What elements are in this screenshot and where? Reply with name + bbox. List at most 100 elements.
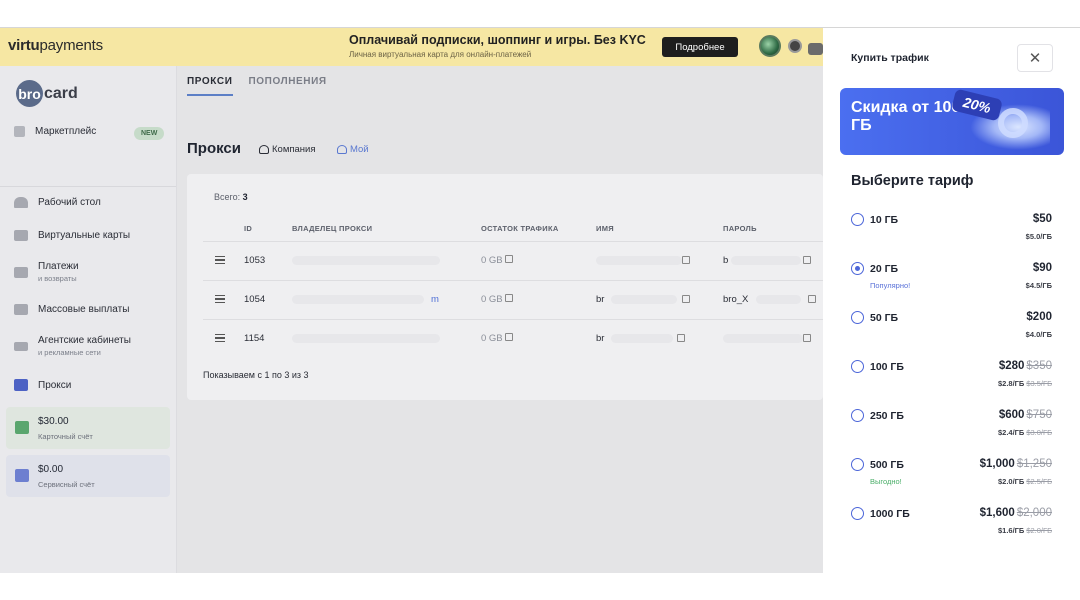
discount-promo: Скидка от 100 ГБ 20% xyxy=(840,88,1064,155)
redacted-name xyxy=(611,334,673,343)
sidebar-item-virtual-cards[interactable]: Виртуальные карты xyxy=(14,230,170,241)
plan-radio[interactable] xyxy=(851,458,864,471)
redacted-name xyxy=(596,256,682,265)
col-password[interactable]: ПАРОЛЬ xyxy=(723,224,757,233)
plan-radio[interactable] xyxy=(851,311,864,324)
plan-radio[interactable] xyxy=(851,507,864,520)
tab-topups[interactable]: ПОПОЛНЕНИЯ xyxy=(249,76,327,96)
redacted-owner xyxy=(292,334,440,343)
sidebar-item-payments[interactable]: Платежи и возвраты xyxy=(14,261,170,283)
plan-per-gb: $5.0/ГБ xyxy=(1026,232,1052,241)
virtupayments-logo[interactable]: virtupayments xyxy=(8,37,103,54)
tab-proxy[interactable]: ПРОКСИ xyxy=(187,76,233,96)
plan-option[interactable]: 1000 ГБ $1,600 $2,000 $1.6/ГБ $2.0/ГБ xyxy=(823,505,1080,551)
drawer-title: Купить трафик xyxy=(851,52,929,64)
plan-price: $1,000 $1,250 xyxy=(980,458,1052,470)
service-account-wallet[interactable]: $0.00 Сервисный счёт xyxy=(6,455,170,497)
plan-price: $280 $350 xyxy=(999,360,1052,372)
plan-per-gb-old: $2.5/ГБ xyxy=(1026,477,1052,486)
plan-per-gb-value: $4.5/ГБ xyxy=(1025,281,1052,290)
col-owner[interactable]: ВЛАДЕЛЕЦ ПРОКСИ xyxy=(292,224,372,233)
plan-per-gb: $2.0/ГБ $2.5/ГБ xyxy=(998,477,1052,486)
close-icon: ✕ xyxy=(1028,50,1042,67)
plan-radio[interactable] xyxy=(851,262,864,275)
plan-name: 50 ГБ xyxy=(870,312,899,324)
promo-banner: virtupayments Оплачивай подписки, шоппин… xyxy=(0,28,823,66)
sidebar: bro card Маркетплейс NEW Рабочий стол Ви… xyxy=(0,66,177,573)
plan-per-gb-value: $1.6/ГБ xyxy=(998,526,1025,535)
page-title: Прокси xyxy=(187,140,241,157)
wallet-icon xyxy=(15,469,29,482)
plan-per-gb-value: $2.0/ГБ xyxy=(998,477,1025,486)
plan-per-gb-old: $3.5/ГБ xyxy=(1026,379,1052,388)
copy-icon[interactable] xyxy=(803,256,811,264)
plan-option[interactable]: 500 ГБ Выгодно! $1,000 $1,250 $2.0/ГБ $2.5/ГБ xyxy=(823,456,1080,502)
add-traffic-icon[interactable] xyxy=(504,333,513,341)
plan-per-gb-value: $2.8/ГБ xyxy=(998,379,1025,388)
col-id[interactable]: ID xyxy=(244,224,252,233)
copy-icon[interactable] xyxy=(808,295,816,303)
redacted-password xyxy=(756,295,801,304)
plan-name: 100 ГБ xyxy=(870,361,904,373)
close-button[interactable]: ✕ xyxy=(1017,44,1053,72)
table-row[interactable]: 1053 0 GB b xyxy=(203,241,823,280)
brand-circle: bro xyxy=(16,80,43,107)
plan-price-value: $280 xyxy=(998,360,1025,372)
plan-radio[interactable] xyxy=(851,213,864,226)
redacted-name xyxy=(611,295,677,304)
sidebar-item-dashboard[interactable]: Рабочий стол xyxy=(14,197,170,208)
col-name[interactable]: ИМЯ xyxy=(596,224,614,233)
filter-company[interactable]: Компания xyxy=(259,144,315,155)
plan-price: $50 xyxy=(1033,213,1052,225)
plan-radio[interactable] xyxy=(851,360,864,373)
copy-icon[interactable] xyxy=(803,334,811,342)
plan-name: 10 ГБ xyxy=(870,214,899,226)
plan-option[interactable]: 20 ГБ Популярно! $90 $4.5/ГБ xyxy=(823,260,1080,306)
drag-handle-icon[interactable] xyxy=(215,256,225,264)
banner-subtitle: Личная виртуальная карта для онлайн-плат… xyxy=(349,50,532,59)
sidebar-item-mass-payouts[interactable]: Массовые выплаты xyxy=(14,304,170,315)
plan-option[interactable]: 10 ГБ $50 $5.0/ГБ xyxy=(823,211,1080,257)
drag-handle-icon[interactable] xyxy=(215,295,225,303)
plan-price: $1,600 $2,000 xyxy=(980,507,1052,519)
laptop-icon xyxy=(14,341,28,351)
table-row[interactable]: 1154 0 GB br xyxy=(203,319,823,358)
table-row[interactable]: 1054 m 0 GB br bro_X xyxy=(203,280,823,319)
card-account-wallet[interactable]: $30.00 Карточный счёт xyxy=(6,407,170,449)
coin-icon xyxy=(808,43,823,55)
plan-per-gb-value: $2.4/ГБ xyxy=(998,428,1025,437)
sidebar-item-proxy[interactable]: Прокси xyxy=(14,379,170,391)
plan-price-value: $50 xyxy=(1032,213,1052,225)
sidebar-item-agency-accounts[interactable]: Агентские кабинеты и рекламные сети xyxy=(14,335,170,357)
sidebar-item-marketplace[interactable]: Маркетплейс NEW xyxy=(14,126,170,140)
plan-old-price: $750 xyxy=(1026,409,1052,421)
plan-price-value: $600 xyxy=(998,409,1025,421)
plan-option[interactable]: 250 ГБ $600 $750 $2.4/ГБ $3.0/ГБ xyxy=(823,407,1080,453)
redacted-password xyxy=(731,256,801,265)
plan-price-value: $200 xyxy=(1026,311,1052,323)
traffic-value: 0 GB xyxy=(481,255,513,266)
col-traffic[interactable]: ОСТАТОК ТРАФИКА xyxy=(481,224,559,233)
drag-handle-icon[interactable] xyxy=(215,334,225,342)
plan-radio[interactable] xyxy=(851,409,864,422)
promo-ring-graphic xyxy=(998,108,1028,138)
brocard-logo[interactable]: bro card xyxy=(16,80,78,107)
copy-icon[interactable] xyxy=(677,334,685,342)
add-traffic-icon[interactable] xyxy=(504,294,513,302)
banner-more-button[interactable]: Подробнее xyxy=(662,37,738,57)
copy-icon[interactable] xyxy=(682,295,690,303)
pagination-info: Показываем с 1 по 3 из 3 xyxy=(203,370,309,380)
copy-icon[interactable] xyxy=(682,256,690,264)
coin-icon xyxy=(759,35,781,57)
plan-option[interactable]: 50 ГБ $200 $4.0/ГБ xyxy=(823,309,1080,355)
add-traffic-icon[interactable] xyxy=(504,255,513,263)
filter-mine[interactable]: Мой xyxy=(337,144,369,155)
users-icon xyxy=(259,145,269,154)
plan-old-price: $2,000 xyxy=(1016,507,1052,519)
banner-text: Оплачивай подписки, шоппинг и игры. Без … xyxy=(349,33,646,59)
plan-per-gb-old: $3.0/ГБ xyxy=(1026,428,1052,437)
plan-per-gb: $4.5/ГБ xyxy=(1026,281,1052,290)
plan-option[interactable]: 100 ГБ $280 $350 $2.8/ГБ $3.5/ГБ xyxy=(823,358,1080,404)
proxy-table-card: Всего: 3 ID ВЛАДЕЛЕЦ ПРОКСИ ОСТАТОК ТРАФ… xyxy=(187,174,823,400)
plan-name: 250 ГБ xyxy=(870,410,904,422)
